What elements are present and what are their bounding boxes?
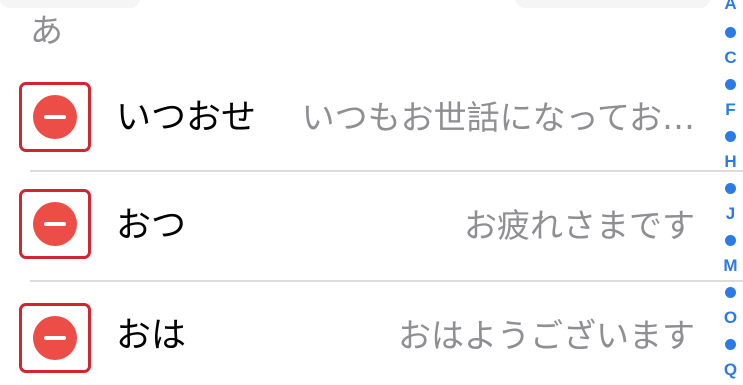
shortcut-label: いつおせ [116,98,257,138]
phrase-label: おはようございます [398,316,695,355]
section-header: あ [30,11,63,50]
index-dot[interactable] [725,235,736,246]
minus-circle-icon[interactable] [33,95,77,139]
top-scroll-fade [515,0,710,8]
list-item[interactable]: いつおせ いつもお世話になってお… [0,68,715,168]
list-item[interactable]: おは おはようございます [0,282,715,382]
delete-button[interactable] [19,303,91,373]
text-replacement-list: あ いつおせ いつもお世話になってお… おつ お疲れさまです おは おはようござ… [0,0,743,385]
minus-circle-icon[interactable] [33,316,77,360]
index-letter-a[interactable]: A [718,0,743,14]
index-letter-o[interactable]: O [718,308,743,328]
index-letter-j[interactable]: J [718,204,743,224]
index-letter-h[interactable]: H [718,152,743,172]
index-dot[interactable] [725,27,736,38]
index-letter-q[interactable]: Q [718,360,743,380]
index-dot[interactable] [725,287,736,298]
delete-button[interactable] [19,189,91,259]
delete-button[interactable] [19,82,91,152]
shortcut-label: おつ [116,206,187,246]
index-letter-c[interactable]: C [718,48,743,68]
phrase-label: いつもお世話になってお… [301,98,695,137]
index-dot[interactable] [725,183,736,194]
index-letter-m[interactable]: M [718,256,743,276]
index-dot[interactable] [725,79,736,90]
phrase-label: お疲れさまです [464,206,695,245]
index-letter-f[interactable]: F [718,100,743,120]
top-scroll-fade [0,0,140,8]
minus-circle-icon[interactable] [33,202,77,246]
list-item[interactable]: おつ お疲れさまです [0,172,715,272]
index-dot[interactable] [725,339,736,350]
section-index-bar[interactable]: A C F H J M O Q [718,0,743,385]
index-dot[interactable] [725,131,736,142]
shortcut-label: おは [116,316,187,356]
